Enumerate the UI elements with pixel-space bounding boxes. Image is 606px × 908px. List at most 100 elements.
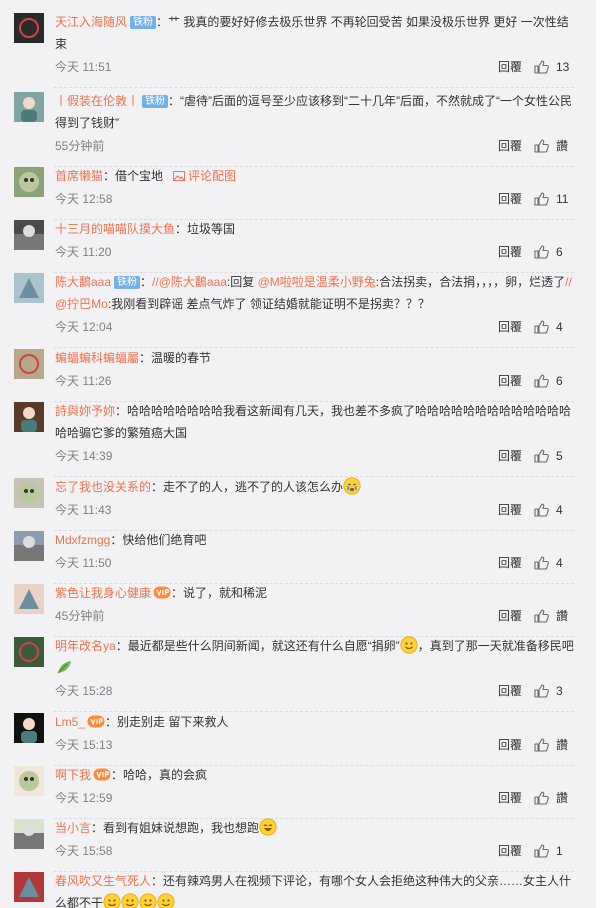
like-button[interactable]: 4 — [534, 317, 574, 337]
fan-badge: 铁粉 — [142, 95, 169, 108]
comment-item: 天江入海随风 铁粉 ：艹 我真的要好好修去极乐世界 不再轮回受苦 如果没极乐世界 更… — [14, 11, 574, 88]
like-button[interactable]: 讚 — [534, 136, 574, 156]
like-button[interactable]: 1 — [534, 841, 574, 861]
comment-meta: 今天 11:20 回覆 6 — [55, 242, 574, 262]
like-button[interactable]: 4 — [534, 553, 574, 573]
mention-link[interactable]: @M啦啦是温柔小野兔 — [258, 275, 376, 289]
username-link[interactable]: 詩與妳予妳 — [55, 404, 115, 418]
username-link[interactable]: 春风吹又生气死人 — [55, 874, 151, 888]
comment-time: 今天 12:58 — [55, 192, 113, 206]
comment-meta: 今天 14:39 回覆 5 — [55, 446, 574, 466]
avatar[interactable] — [14, 13, 44, 43]
thumbs-up-icon — [534, 844, 549, 858]
comment-time: 今天 11:20 — [55, 245, 112, 259]
username-link[interactable]: Mdxfzmgg — [55, 533, 110, 547]
vip-icon — [87, 713, 105, 728]
comment-body-text: ：温暖的春节 — [139, 351, 212, 365]
comment-time: 今天 12:59 — [55, 791, 113, 805]
avatar[interactable] — [14, 349, 44, 379]
like-button[interactable]: 6 — [534, 242, 574, 262]
reply-button[interactable]: 回覆 — [498, 136, 522, 156]
like-button[interactable]: 13 — [534, 57, 574, 77]
avatar[interactable] — [14, 531, 44, 561]
reply-button[interactable]: 回覆 — [498, 57, 522, 77]
like-button[interactable]: 6 — [534, 371, 574, 391]
comment-text: 十三月的喵喵队摸大鱼：垃圾等国 — [55, 218, 574, 240]
comment-body-text: ：最近都是些什么阴间新闻，就这还有什么自愿“捐卵” — [115, 639, 400, 653]
like-count: 3 — [556, 684, 563, 698]
thumbs-up-icon — [534, 192, 549, 206]
avatar[interactable] — [14, 584, 44, 614]
reply-button[interactable]: 回覆 — [498, 242, 522, 262]
avatar[interactable] — [14, 766, 44, 796]
username-link[interactable]: 蝙蝠蝙科蝙蝠屬 — [55, 351, 139, 365]
comment-time: 今天 15:28 — [55, 684, 113, 698]
comment-item: 十三月的喵喵队摸大鱼：垃圾等国今天 11:20 回覆 6 — [14, 218, 574, 273]
comment-text: 春风吹又生气死人：还有辣鸡男人在视频下评论，有哪个女人会拒绝这种伟大的父亲……女… — [55, 870, 574, 908]
comment-item: 丨假装在伦敦丨 铁粉 ：“虐待”后面的逗号至少应该移到“二十几年”后面，不然就成了“… — [14, 90, 574, 167]
username-link[interactable]: 当小言 — [55, 821, 91, 835]
username-link[interactable]: 丨假装在伦敦丨 — [55, 94, 139, 108]
like-button[interactable]: 讚 — [534, 735, 574, 755]
username-link[interactable]: 陈大鷭aaa — [55, 275, 111, 289]
comment-image-link[interactable]: 评论配图 — [173, 169, 236, 183]
like-count: 1 — [556, 844, 563, 858]
thumbs-up-icon — [534, 449, 549, 463]
like-count: 4 — [556, 503, 563, 517]
like-button[interactable]: 讚 — [534, 788, 574, 808]
avatar[interactable] — [14, 713, 44, 743]
comment-meta: 55分钟前 回覆 讚 — [55, 136, 574, 156]
reply-button[interactable]: 回覆 — [498, 371, 522, 391]
comment-text: 首席懒猫：借个宝地 评论配图 — [55, 165, 574, 187]
comment-item: 明年改名ya：最近都是些什么阴间新闻，就这还有什么自愿“捐卵” ，真到了那一天就准… — [14, 635, 574, 712]
like-count: 6 — [556, 374, 563, 388]
avatar[interactable] — [14, 478, 44, 508]
comment-time: 55分钟前 — [55, 139, 105, 153]
username-link[interactable]: 首席懒猫 — [55, 169, 103, 183]
username-link[interactable]: Lm5_ — [55, 715, 85, 729]
like-button[interactable]: 3 — [534, 681, 574, 701]
comment-time: 今天 11:43 — [55, 503, 112, 517]
like-button[interactable]: 5 — [534, 446, 574, 466]
reply-button[interactable]: 回覆 — [498, 735, 522, 755]
comment-panel: 天江入海随风 铁粉 ：艹 我真的要好好修去极乐世界 不再轮回受苦 如果没极乐世界 更… — [0, 0, 597, 908]
reply-button[interactable]: 回覆 — [498, 553, 522, 573]
reply-button[interactable]: 回覆 — [498, 606, 522, 626]
thumbs-up-icon — [534, 503, 549, 517]
comment-item: 蝙蝠蝙科蝙蝠屬：温暖的春节 今天 11:26 回覆 6 — [14, 347, 574, 402]
reply-button[interactable]: 回覆 — [498, 681, 522, 701]
mention-link[interactable]: //@陈大鷭aaa — [152, 275, 227, 289]
username-link[interactable]: 紫色让我身心健康 — [55, 586, 151, 600]
avatar[interactable] — [14, 402, 44, 432]
thumbs-up-icon — [534, 738, 549, 752]
username-link[interactable]: 天江入海随风 — [55, 15, 127, 29]
avatar[interactable] — [14, 220, 44, 250]
reply-button[interactable]: 回覆 — [498, 446, 522, 466]
reply-button[interactable]: 回覆 — [498, 189, 522, 209]
comment-body-text: ： — [140, 275, 153, 289]
comment-meta: 今天 15:13 回覆 讚 — [55, 735, 574, 755]
avatar[interactable] — [14, 872, 44, 902]
like-button[interactable]: 4 — [534, 500, 574, 520]
username-link[interactable]: 啊下我 — [55, 768, 91, 782]
comment-meta: 今天 11:26 回覆 6 — [55, 371, 574, 391]
username-link[interactable]: 十三月的喵喵队摸大鱼 — [55, 222, 175, 236]
reply-button[interactable]: 回覆 — [498, 500, 522, 520]
reply-button[interactable]: 回覆 — [498, 841, 522, 861]
username-link[interactable]: 忘了我也没关系的 — [55, 480, 151, 494]
avatar[interactable] — [14, 273, 44, 303]
thumbs-up-icon — [534, 139, 549, 153]
avatar[interactable] — [14, 92, 44, 122]
like-button[interactable]: 11 — [534, 189, 574, 209]
username-link[interactable]: 明年改名ya — [55, 639, 116, 653]
comment-item: 紫色让我身心健康 ：说了，就和稀泥 45分钟前 回覆 讚 — [14, 582, 574, 637]
reply-button[interactable]: 回覆 — [498, 317, 522, 337]
like-button[interactable]: 讚 — [534, 606, 574, 626]
thumbs-up-icon — [534, 556, 549, 570]
comment-text: 丨假装在伦敦丨 铁粉 ：“虐待”后面的逗号至少应该移到“二十几年”后面，不然就成了“… — [55, 90, 574, 134]
reply-button[interactable]: 回覆 — [498, 788, 522, 808]
avatar[interactable] — [14, 637, 44, 667]
comment-body-text: ：别走别走 留下来救人 — [105, 715, 229, 729]
avatar[interactable] — [14, 167, 44, 197]
avatar[interactable] — [14, 819, 44, 849]
